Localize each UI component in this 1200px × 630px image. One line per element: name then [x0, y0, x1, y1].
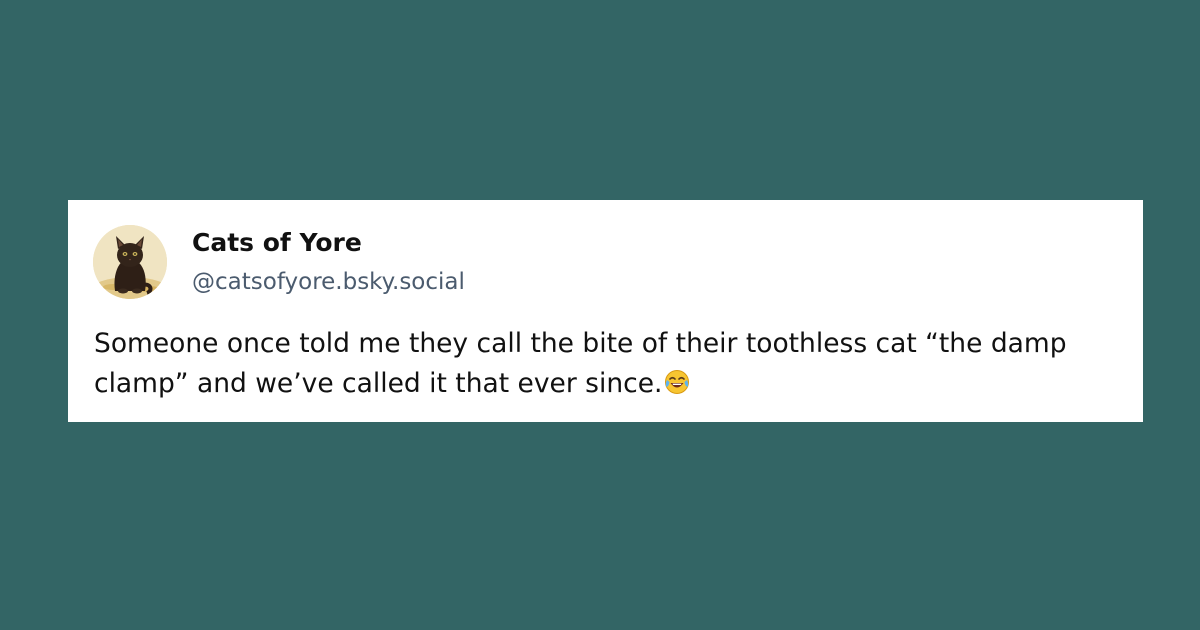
post-card[interactable]: Cats of Yore @catsofyore.bsky.social Som…: [68, 200, 1143, 422]
face-with-tears-of-joy-icon: [664, 369, 690, 395]
black-kitten-avatar-icon: [93, 225, 167, 299]
author-avatar[interactable]: [93, 225, 167, 299]
author-display-name[interactable]: Cats of Yore: [192, 228, 362, 257]
post-body: Someone once told me they call the bite …: [94, 324, 1114, 404]
author-handle[interactable]: @catsofyore.bsky.social: [192, 269, 465, 295]
post-text: Someone once told me they call the bite …: [94, 328, 1067, 399]
